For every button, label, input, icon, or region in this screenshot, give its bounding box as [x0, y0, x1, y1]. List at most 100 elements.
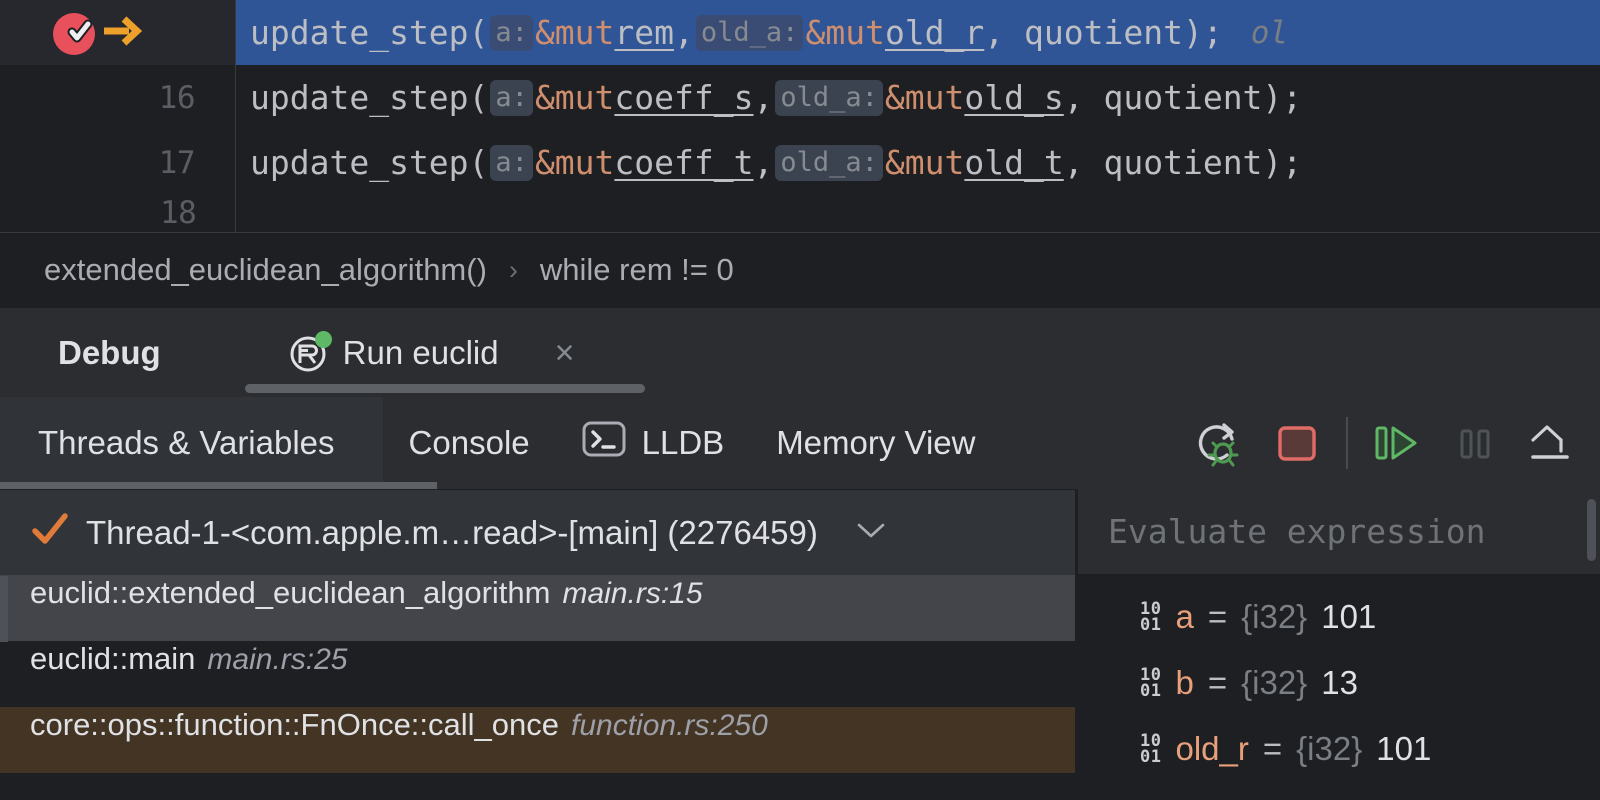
- binary-value-icon: 1001: [1140, 667, 1161, 699]
- toolbar-separator: [1346, 417, 1348, 469]
- run-status-dot-icon: [315, 331, 332, 348]
- code-line-15[interactable]: update_step(a:&mut rem, old_a:&mut old_r…: [236, 0, 1600, 65]
- tab-lldb[interactable]: LLDB: [556, 397, 751, 489]
- chevron-down-icon[interactable]: [854, 517, 888, 548]
- stack-frame-location: main.rs:15: [562, 577, 702, 611]
- code-identifier: old_s: [964, 78, 1063, 117]
- call-stack-frames[interactable]: euclid::extended_euclidean_algorithmmain…: [0, 575, 1075, 773]
- tab-label: Memory View: [776, 424, 975, 462]
- code-text: update_step(: [250, 143, 488, 182]
- stack-frame-row[interactable]: euclid::extended_euclidean_algorithm main…: [0, 575, 1075, 641]
- active-subtab-indicator: [0, 482, 437, 489]
- line-number: 17: [159, 145, 195, 181]
- code-text: , quotient);: [984, 13, 1222, 52]
- thread-running-check-icon: [30, 511, 70, 554]
- binary-value-icon: 1001: [1140, 733, 1161, 765]
- run-tab-label: Run euclid: [343, 334, 499, 372]
- gutter-row-18-clipped[interactable]: 18: [0, 195, 235, 232]
- code-keyword: &mut: [535, 13, 614, 52]
- variable-equals: =: [1208, 598, 1227, 636]
- close-icon[interactable]: ×: [555, 336, 575, 370]
- breakpoint-marker-group[interactable]: [52, 11, 142, 56]
- tab-console[interactable]: Console: [383, 397, 556, 489]
- stack-frame-name: euclid::main: [30, 641, 195, 677]
- variable-name: b: [1175, 664, 1193, 702]
- tab-memory-view[interactable]: Memory View: [750, 397, 1001, 489]
- execution-point-arrow-icon: [102, 14, 142, 53]
- variable-value: 13: [1321, 664, 1358, 702]
- variable-row[interactable]: 1001 b = {i32} 13: [1078, 650, 1600, 716]
- tab-label: Console: [409, 424, 530, 462]
- code-text: update_step(: [250, 78, 488, 117]
- code-line-16[interactable]: update_step(a:&mut coeff_s, old_a:&mut o…: [236, 65, 1600, 130]
- variable-name: old_r: [1175, 730, 1248, 768]
- code-text: ,: [754, 143, 774, 182]
- debug-toolbar: [1180, 397, 1592, 489]
- run-configuration-tab[interactable]: Run euclid ×: [289, 333, 575, 373]
- resume-program-button[interactable]: [1358, 397, 1436, 489]
- evaluate-expression-placeholder: Evaluate expression: [1108, 512, 1486, 551]
- code-identifier: coeff_t: [614, 143, 753, 182]
- code-identifier: coeff_s: [614, 78, 753, 117]
- pause-program-button[interactable]: [1436, 397, 1514, 489]
- breadcrumb-item-loop[interactable]: while rem != 0: [540, 252, 734, 288]
- variables-list[interactable]: 1001a={i32}1011001b={i32}131001old_r={i3…: [1078, 574, 1600, 782]
- gutter-row-16[interactable]: 16: [0, 65, 235, 130]
- inline-debugger-value: ol: [1223, 15, 1288, 51]
- debug-content-panes: Thread-1-<com.apple.m…read>-[main] (2276…: [0, 489, 1600, 800]
- threads-and-frames-pane: Thread-1-<com.apple.m…read>-[main] (2276…: [0, 489, 1075, 800]
- rust-logo-icon: [289, 333, 329, 373]
- frames-scrollbar[interactable]: [0, 576, 8, 642]
- stack-frame-row[interactable]: euclid::main main.rs:25: [0, 641, 1075, 707]
- thread-selector[interactable]: Thread-1-<com.apple.m…read>-[main] (2276…: [0, 490, 1075, 575]
- code-text: ,: [754, 78, 774, 117]
- variable-type: {i32}: [1296, 730, 1362, 768]
- terminal-icon: [582, 419, 626, 467]
- stack-frame-row[interactable]: core::ops::function::FnOnce::call_oncefu…: [0, 707, 1075, 773]
- debugger-window: 16 17 18 update_step(a:&mut rem, old_a:&…: [0, 0, 1600, 800]
- breadcrumb-item-function[interactable]: extended_euclidean_algorithm(): [44, 252, 487, 288]
- code-line-17[interactable]: update_step(a:&mut coeff_t, old_a:&mut o…: [236, 130, 1600, 195]
- variable-equals: =: [1263, 730, 1282, 768]
- line-number: 18: [160, 195, 196, 231]
- code-text: , quotient);: [1064, 78, 1302, 117]
- parameter-hint: a:: [490, 80, 533, 116]
- variable-equals: =: [1208, 664, 1227, 702]
- parameter-hint: old_a:: [696, 15, 804, 51]
- breadcrumb-separator-icon: ›: [509, 255, 518, 286]
- variable-row[interactable]: 1001a={i32}101: [1078, 584, 1600, 650]
- thread-selector-label: Thread-1-<com.apple.m…read>-[main] (2276…: [86, 514, 818, 552]
- editor-gutter[interactable]: 16 17 18: [0, 0, 236, 232]
- code-keyword: &mut: [535, 143, 614, 182]
- evaluate-expression-field[interactable]: Evaluate expression: [1078, 489, 1600, 574]
- code-identifier: old_t: [964, 143, 1063, 182]
- variables-pane: Evaluate expression 1001 a = {i32} 101 1001 b =…: [1078, 489, 1600, 800]
- variable-type: {i32}: [1241, 664, 1307, 702]
- variable-row[interactable]: 1001 old_r = {i32} 101: [1078, 716, 1600, 782]
- tab-label: LLDB: [642, 424, 725, 462]
- debug-subtab-bar: Threads & Variables Console LLDB Memory …: [0, 397, 1600, 489]
- gutter-row-15[interactable]: [0, 0, 235, 65]
- variable-name: a: [1175, 598, 1193, 636]
- code-keyword: &mut: [805, 13, 884, 52]
- stack-frame-name: euclid::extended_euclidean_algorithm: [30, 575, 550, 611]
- variables-scrollbar[interactable]: [1587, 499, 1596, 561]
- variable-value: 101: [1321, 598, 1376, 636]
- code-editor: 16 17 18 update_step(a:&mut rem, old_a:&…: [0, 0, 1600, 232]
- tab-label: Threads & Variables: [38, 424, 335, 462]
- gutter-row-17[interactable]: 17: [0, 130, 235, 195]
- parameter-hint: a:: [490, 145, 533, 181]
- step-out-button[interactable]: [1514, 397, 1592, 489]
- code-lines[interactable]: update_step(a:&mut rem, old_a:&mut old_r…: [236, 0, 1600, 232]
- tab-threads-and-variables[interactable]: Threads & Variables: [0, 397, 383, 489]
- stack-frame-location: main.rs:25: [207, 643, 347, 677]
- variable-value: 101: [1376, 730, 1431, 768]
- code-text: , quotient);: [1064, 143, 1302, 182]
- breakpoint-verified-icon[interactable]: [52, 11, 96, 56]
- stop-button[interactable]: [1258, 397, 1336, 489]
- parameter-hint: old_a:: [775, 80, 883, 116]
- rerun-debug-button[interactable]: [1180, 397, 1258, 489]
- breadcrumb[interactable]: extended_euclidean_algorithm() › while r…: [0, 232, 1600, 307]
- code-keyword: &mut: [885, 78, 964, 117]
- line-number: 16: [159, 80, 195, 116]
